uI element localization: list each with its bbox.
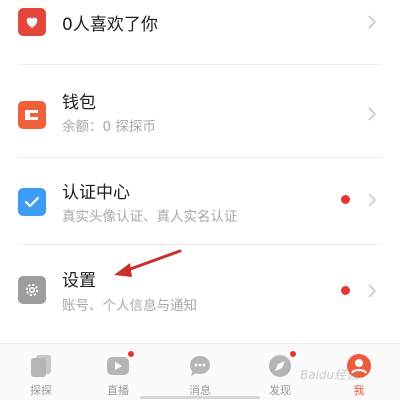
chevron-right-icon [368, 284, 377, 298]
tab-label: 直播 [107, 384, 129, 397]
home-indicator [140, 396, 260, 399]
cards-icon [31, 355, 51, 377]
menu-item-wallet[interactable]: 钱包 余额：0 探探币 [0, 78, 400, 150]
verification-subtitle: 真实头像认证、真人实名认证 [62, 209, 238, 225]
wallet-icon [18, 101, 46, 129]
notification-dot [289, 350, 297, 358]
tab-label: 探探 [30, 384, 52, 397]
chevron-right-icon [368, 107, 377, 121]
settings-subtitle: 账号、个人信息与通知 [62, 298, 197, 314]
verification-title: 认证中心 [62, 183, 130, 203]
notification-dot [127, 350, 135, 358]
watermark: Baidu经验 [300, 368, 359, 382]
likes-title: 0人喜欢了你 [62, 15, 158, 35]
tab-live[interactable]: 直播 [88, 350, 148, 398]
divider [18, 157, 382, 158]
wallet-balance: 余额：0 探探币 [62, 119, 156, 135]
notification-dot [341, 195, 350, 204]
gear-icon [18, 276, 46, 304]
chevron-right-icon [368, 15, 377, 29]
tab-messages[interactable]: 消息 [170, 350, 230, 398]
tab-label: 我 [353, 384, 365, 397]
menu-item-verification[interactable]: 认证中心 真实头像认证、真人实名认证 [0, 168, 400, 242]
divider [18, 244, 382, 245]
settings-title: 设置 [62, 271, 96, 291]
notification-dot [341, 286, 350, 295]
divider [18, 64, 382, 65]
menu-item-settings[interactable]: 设置 账号、个人信息与通知 [0, 256, 400, 330]
chat-bubble-icon [190, 356, 210, 376]
wallet-title: 钱包 [62, 93, 96, 113]
annotation-arrow-icon [114, 249, 182, 277]
checkbox-icon [18, 188, 46, 216]
chevron-right-icon [368, 193, 377, 207]
menu-item-likes[interactable]: 0人喜欢了你 [0, 0, 400, 50]
heart-icon [18, 8, 46, 36]
tab-tantan[interactable]: 探探 [11, 350, 71, 398]
